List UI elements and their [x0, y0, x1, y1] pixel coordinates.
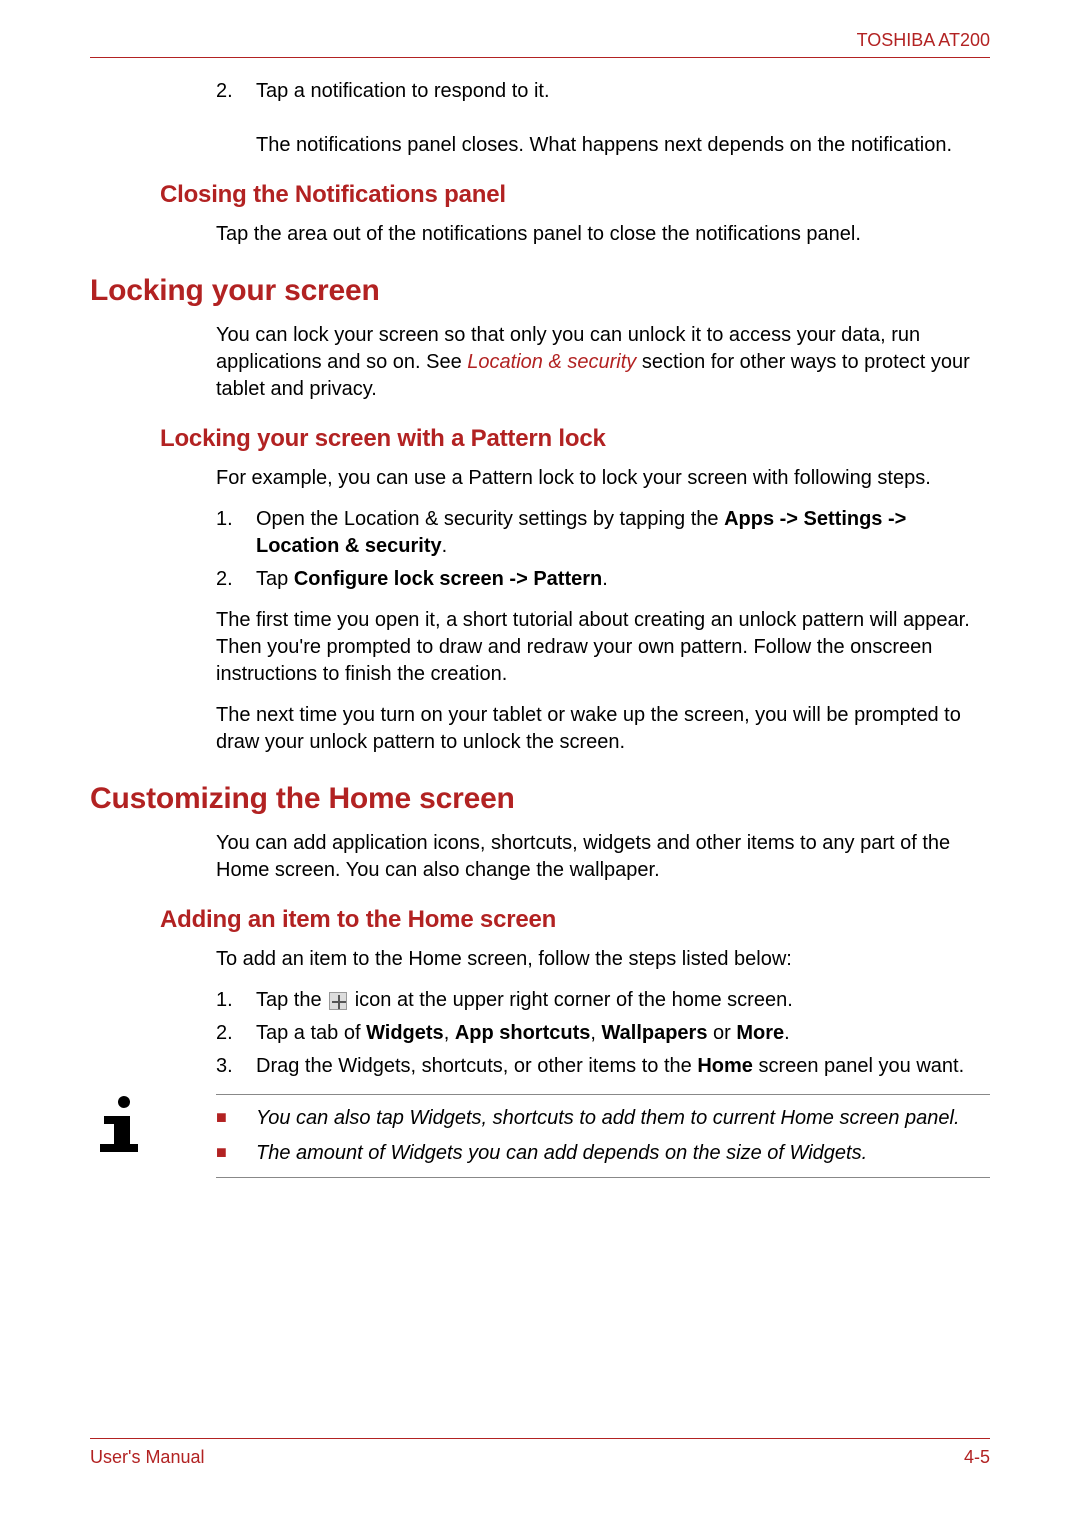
list-item: 2. Tap a tab of Widgets, App shortcuts, … [216, 1020, 990, 1047]
paragraph: You can lock your screen so that only yo… [216, 322, 990, 403]
paragraph: To add an item to the Home screen, follo… [216, 946, 990, 973]
bullet-icon: ■ [216, 1105, 256, 1132]
heading-pattern-lock: Locking your screen with a Pattern lock [160, 425, 990, 453]
footer: User's Manual 4-5 [90, 1447, 990, 1468]
text: The notifications panel closes. What hap… [256, 134, 952, 156]
note-item: ■ The amount of Widgets you can add depe… [216, 1140, 990, 1167]
text: Tap [256, 568, 294, 590]
footer-rule [90, 1438, 990, 1439]
step-text: Tap a notification to respond to it. The… [256, 78, 990, 159]
note-list: ■ You can also tap Widgets, shortcuts to… [216, 1105, 990, 1167]
link-location-security[interactable]: Location & security [467, 351, 636, 373]
heading-adding-item: Adding an item to the Home screen [160, 906, 990, 934]
text: icon at the upper right corner of the ho… [349, 989, 793, 1011]
paragraph: You can add application icons, shortcuts… [216, 830, 990, 884]
text: Tap a tab of [256, 1022, 366, 1044]
add-item-steps: 1. Tap the icon at the upper right corne… [216, 987, 990, 1080]
bold-text: Configure lock screen -> Pattern [294, 568, 602, 590]
list-item: 1. Open the Location & security settings… [216, 506, 990, 560]
text: Open the Location & security settings by… [256, 508, 724, 530]
bold-text: Widgets [366, 1022, 444, 1044]
step-text: Tap the icon at the upper right corner o… [256, 987, 990, 1014]
note-block: ■ You can also tap Widgets, shortcuts to… [90, 1094, 990, 1178]
heading-locking-screen: Locking your screen [90, 274, 990, 308]
note-body: ■ You can also tap Widgets, shortcuts to… [216, 1094, 990, 1178]
note-icon-column [90, 1094, 216, 1178]
text: . [602, 568, 608, 590]
bold-text: More [736, 1022, 784, 1044]
note-item: ■ You can also tap Widgets, shortcuts to… [216, 1105, 990, 1132]
note-text: You can also tap Widgets, shortcuts to a… [256, 1105, 990, 1132]
heading-customizing-home: Customizing the Home screen [90, 782, 990, 816]
step-number: 1. [216, 506, 256, 560]
plus-icon [329, 992, 347, 1010]
list-item: 2. Tap Configure lock screen -> Pattern. [216, 566, 990, 593]
step-number: 2. [216, 78, 256, 159]
bold-text: Home [697, 1055, 753, 1077]
note-text: The amount of Widgets you can add depend… [256, 1140, 990, 1167]
text: Tap a notification to respond to it. [256, 80, 550, 102]
paragraph: The next time you turn on your tablet or… [216, 702, 990, 756]
text: . [442, 535, 448, 557]
text: . [784, 1022, 790, 1044]
step-number: 2. [216, 1020, 256, 1047]
text: or [707, 1022, 736, 1044]
step-number: 3. [216, 1053, 256, 1080]
pattern-lock-steps: 1. Open the Location & security settings… [216, 506, 990, 593]
text: screen panel you want. [753, 1055, 964, 1077]
text: , [590, 1022, 601, 1044]
footer-right: 4-5 [964, 1447, 990, 1468]
footer-left: User's Manual [90, 1447, 204, 1468]
header-rule [90, 57, 990, 58]
text: Tap the [256, 989, 327, 1011]
heading-closing-notifications: Closing the Notifications panel [160, 181, 990, 209]
paragraph: Tap the area out of the notifications pa… [216, 221, 990, 248]
header-product: TOSHIBA AT200 [90, 30, 990, 51]
step-text: Tap a tab of Widgets, App shortcuts, Wal… [256, 1020, 990, 1047]
list-item: 2. Tap a notification to respond to it. … [216, 78, 990, 159]
text: , [444, 1022, 455, 1044]
list-item: 1. Tap the icon at the upper right corne… [216, 987, 990, 1014]
text: Drag the Widgets, shortcuts, or other it… [256, 1055, 697, 1077]
list-item: 3. Drag the Widgets, shortcuts, or other… [216, 1053, 990, 1080]
info-icon [90, 1094, 145, 1154]
bullet-icon: ■ [216, 1140, 256, 1167]
paragraph: The first time you open it, a short tuto… [216, 607, 990, 688]
step-number: 2. [216, 566, 256, 593]
step-number: 1. [216, 987, 256, 1014]
paragraph: For example, you can use a Pattern lock … [216, 465, 990, 492]
bold-text: App shortcuts [455, 1022, 591, 1044]
top-ordered-list: 2. Tap a notification to respond to it. … [216, 78, 990, 159]
step-text: Drag the Widgets, shortcuts, or other it… [256, 1053, 990, 1080]
step-text: Open the Location & security settings by… [256, 506, 990, 560]
bold-text: Wallpapers [602, 1022, 708, 1044]
step-text: Tap Configure lock screen -> Pattern. [256, 566, 990, 593]
